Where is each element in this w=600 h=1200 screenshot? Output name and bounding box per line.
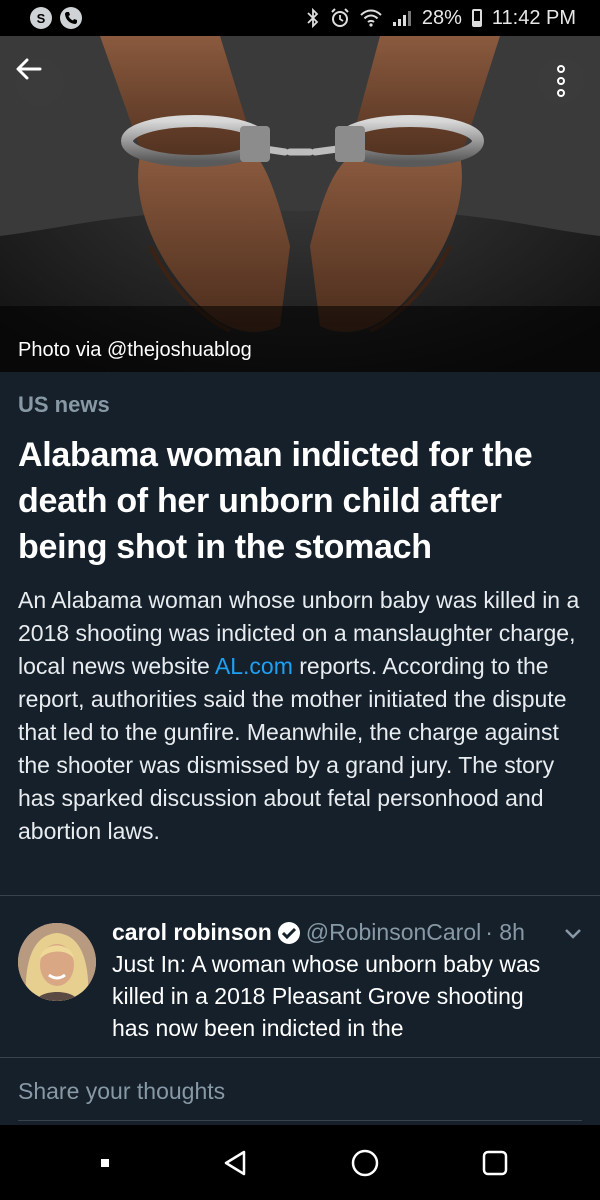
- handcuffed-hands-image: [0, 36, 600, 372]
- battery-icon: [471, 9, 482, 27]
- tweet-author-name[interactable]: carol robinson: [112, 919, 272, 946]
- source-link[interactable]: AL.com: [215, 653, 293, 679]
- embedded-tweet[interactable]: carol robinson @RobinsonCarol · 8h Just …: [0, 897, 600, 1057]
- tweet-handle[interactable]: @RobinsonCarol: [306, 919, 482, 946]
- article-headline: Alabama woman indicted for the death of …: [18, 436, 533, 566]
- clock: 11:42 PM: [491, 6, 576, 29]
- overview-button[interactable]: [465, 1133, 525, 1193]
- square-overview-icon: [482, 1150, 508, 1175]
- photo-credit: Photo via @thejoshuablog: [18, 339, 252, 361]
- article-category: US news: [18, 392, 110, 417]
- chevron-down-icon: [565, 929, 581, 939]
- tweet-time: · 8h: [485, 919, 525, 945]
- hero-image[interactable]: Photo via @thejoshuablog: [0, 36, 600, 372]
- verified-badge-icon: [277, 921, 300, 944]
- avatar[interactable]: [18, 923, 96, 1001]
- wifi-icon: [360, 9, 382, 27]
- skype-icon: S: [30, 7, 52, 29]
- triangle-back-icon: [224, 1150, 246, 1175]
- status-left: S: [30, 7, 82, 29]
- bluetooth-icon: [307, 8, 319, 28]
- reply-bar: [0, 1057, 600, 1122]
- home-button[interactable]: [335, 1133, 395, 1193]
- recent-menu-button[interactable]: [75, 1133, 135, 1193]
- tweet-body: carol robinson @RobinsonCarol · 8h Just …: [112, 919, 552, 1044]
- nav-back-button[interactable]: [205, 1133, 265, 1193]
- phone-call-icon: [60, 7, 82, 29]
- article-card: US news Alabama woman indicted for the d…: [0, 372, 600, 896]
- article-summary: An Alabama woman whose unborn baby was k…: [18, 584, 582, 848]
- battery-percent: 28%: [421, 6, 462, 29]
- status-bar: S 28% 11:42 PM: [0, 0, 600, 36]
- system-nav-bar: [0, 1125, 600, 1200]
- signal-icon: [392, 11, 411, 26]
- status-right: 28% 11:42 PM: [306, 7, 576, 30]
- avatar-image: [18, 923, 96, 1001]
- small-square-icon: [101, 1158, 109, 1167]
- dot-icon: [557, 89, 565, 97]
- tweet-header: carol robinson @RobinsonCarol · 8h: [112, 919, 552, 946]
- summary-text: reports. According to the report, author…: [18, 653, 567, 844]
- more-options-button[interactable]: [538, 58, 584, 104]
- dot-icon: [557, 77, 565, 85]
- tweet-text: Just In: A woman whose unborn baby was k…: [112, 951, 541, 1041]
- alarm-icon: [331, 8, 349, 27]
- tweet-menu-button[interactable]: [564, 927, 582, 945]
- back-button[interactable]: [16, 58, 64, 106]
- divider: [18, 1120, 582, 1121]
- reply-input[interactable]: [18, 1078, 578, 1105]
- dot-icon: [557, 65, 565, 73]
- circle-home-icon: [351, 1149, 379, 1176]
- arrow-left-icon: [16, 58, 42, 80]
